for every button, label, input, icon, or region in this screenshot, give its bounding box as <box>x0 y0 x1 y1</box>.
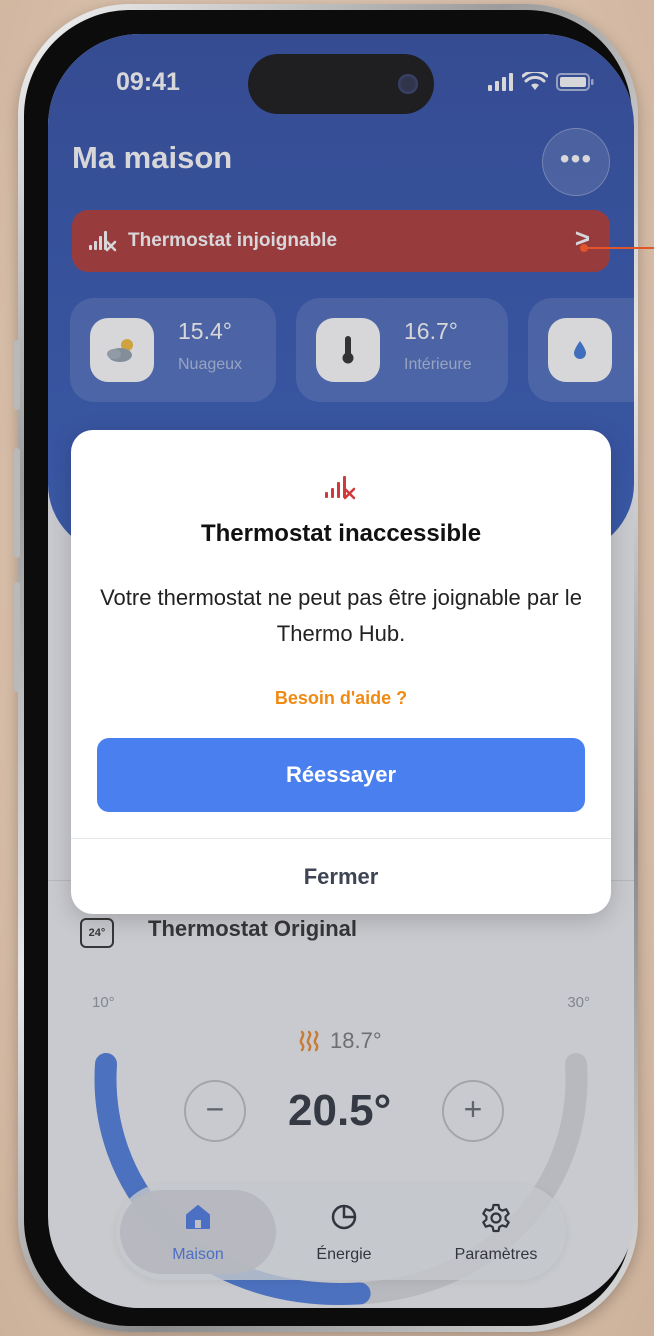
close-button[interactable]: Fermer <box>71 840 611 914</box>
dialog-title: Thermostat inaccessible <box>200 520 482 547</box>
dialog-message: Votre thermostat ne peut pas être joigna… <box>100 585 582 646</box>
help-link[interactable]: Besoin d'aide ? <box>71 688 611 709</box>
signal-off-icon <box>325 476 356 500</box>
volume-down-button <box>14 582 20 692</box>
retry-button[interactable]: Réessayer <box>97 738 585 812</box>
volume-up-button <box>14 448 20 558</box>
dialog-divider <box>71 838 611 839</box>
thermostat-unreachable-dialog: Thermostat inaccessible Votre thermostat… <box>71 430 611 914</box>
mute-switch <box>14 340 20 410</box>
annotation-line <box>584 247 654 249</box>
app-screen: 09:41 Ma maison ••• Thermostat injoignab… <box>48 34 634 1308</box>
